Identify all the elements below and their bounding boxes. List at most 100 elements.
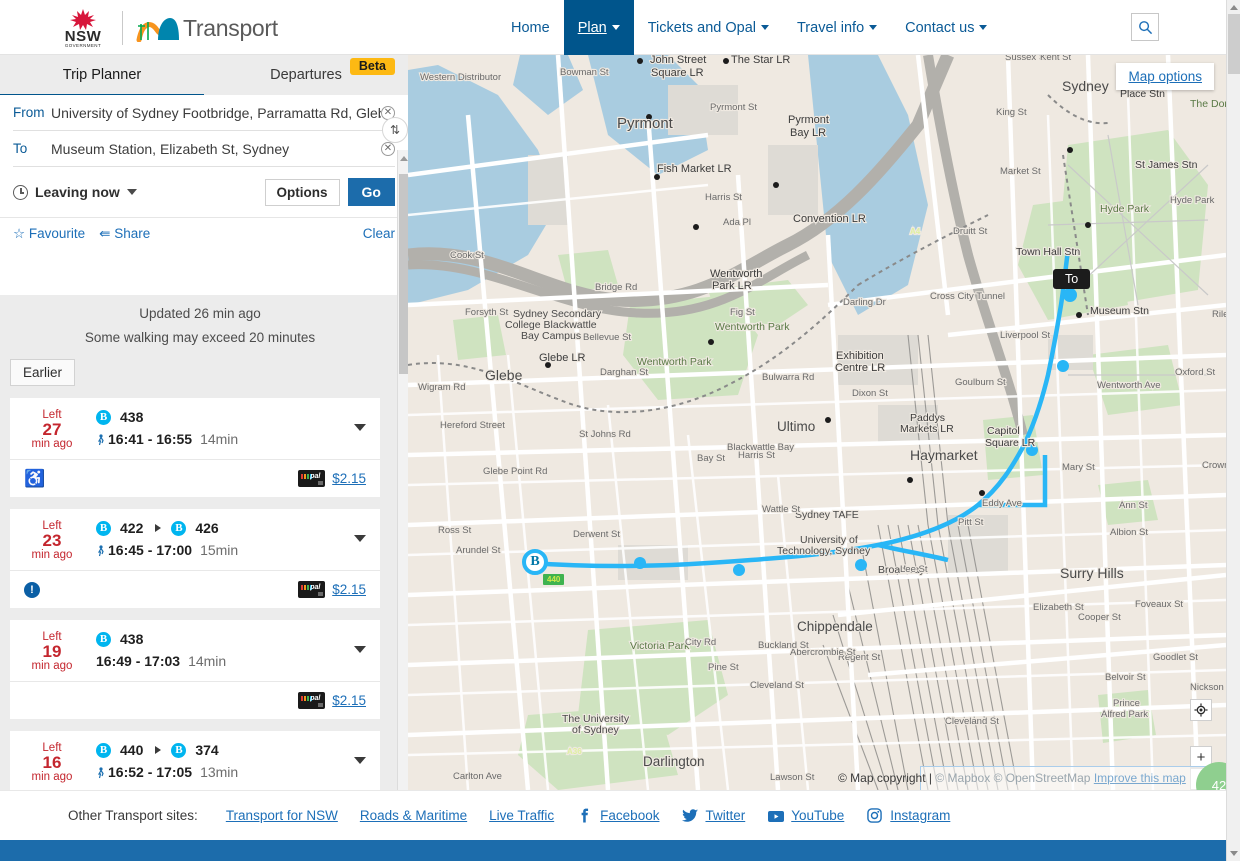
zoom-in-label: + — [1196, 748, 1206, 766]
service-alert-icon[interactable]: ! — [24, 581, 40, 598]
trip-status-unit: min ago — [31, 660, 73, 672]
page-scroll-down-icon[interactable] — [1230, 851, 1238, 856]
map-label: Ross St — [438, 525, 472, 536]
panel-scrollbar[interactable] — [397, 150, 408, 790]
fare-amount[interactable]: $2.15 — [332, 693, 366, 708]
route-number: 440 — [120, 742, 144, 758]
destination-pin-label: To — [1065, 272, 1079, 286]
map-label: Chippendale — [797, 619, 873, 634]
from-field-row[interactable]: From University of Sydney Footbridge, Pa… — [13, 95, 395, 131]
map-label: Wigram Rd — [418, 382, 466, 393]
expand-trip-icon[interactable] — [354, 757, 366, 764]
nav-label: Home — [511, 19, 550, 36]
attribution-mapbox[interactable]: © Mapbox — [935, 771, 990, 785]
page-scroll-up-icon[interactable] — [1230, 5, 1238, 10]
locate-me-button[interactable] — [1190, 699, 1212, 721]
from-input[interactable]: University of Sydney Footbridge, Parrama… — [51, 105, 381, 121]
attribution-improve-link[interactable]: Improve this map — [1094, 771, 1186, 785]
from-label: From — [13, 105, 45, 120]
map-label: Victoria Park — [630, 640, 690, 652]
leaving-time-selector[interactable]: Leaving now — [35, 184, 120, 200]
footer-link-facebook[interactable]: Facebook — [576, 807, 659, 824]
scroll-up-icon[interactable] — [400, 156, 408, 161]
swap-origin-destination-button[interactable]: ⇅ — [382, 117, 408, 143]
attribution-osm[interactable]: © OpenStreetMap — [994, 771, 1091, 785]
wheelchair-accessible-icon: ♿ — [24, 469, 46, 488]
map-label: Lee St — [900, 564, 928, 575]
bus-route-badge: 440 — [543, 574, 565, 585]
share-button[interactable]: ⇚ Share — [99, 226, 150, 242]
trip-card[interactable]: Left 19 min ago B 438 16:49 - 17:03 14min pal $2… — [10, 620, 380, 719]
go-button[interactable]: Go — [347, 178, 395, 206]
clock-icon — [13, 184, 28, 200]
tab-trip-planner[interactable]: Trip Planner — [0, 55, 204, 105]
nav-item-travel-info[interactable]: Travel info — [783, 0, 891, 55]
route-number: 438 — [120, 409, 144, 425]
tab-label: Trip Planner — [62, 67, 142, 83]
nav-item-home[interactable]: Home — [497, 0, 564, 55]
results-list[interactable]: Updated 26 min ago Some walking may exce… — [0, 295, 408, 790]
nav-item-contact-us[interactable]: Contact us — [891, 0, 1001, 55]
waratah-icon — [70, 9, 96, 30]
trip-duration: 14min — [200, 431, 239, 447]
footer-link-transport-for-nsw[interactable]: Transport for NSW — [226, 808, 338, 823]
to-field-row[interactable]: To Museum Station, Elizabeth St, Sydney … — [13, 131, 395, 167]
nav-item-plan[interactable]: Plan — [563, 0, 634, 55]
map-canvas[interactable]: Pyrmont John Street Square LR The Star LR Py… — [408, 55, 1226, 790]
fare-amount[interactable]: $2.15 — [332, 582, 366, 597]
map-label: The Star LR — [731, 55, 790, 66]
nav-item-tickets-and-opal[interactable]: Tickets and Opal — [634, 0, 783, 55]
origin-marker[interactable]: B — [522, 549, 548, 575]
destination-pin[interactable]: To — [1053, 269, 1091, 289]
footer-link-roads-and-maritime[interactable]: Roads & Maritime — [360, 808, 467, 823]
clear-button[interactable]: Clear — [363, 226, 395, 241]
footer-link-twitter[interactable]: Twitter — [681, 807, 745, 824]
chevron-down-icon — [869, 25, 878, 30]
options-button[interactable]: Options — [264, 178, 340, 206]
search-button[interactable] — [1131, 13, 1159, 41]
trip-status-value: 19 — [42, 642, 62, 661]
favourite-button[interactable]: ☆ Favourite — [13, 226, 85, 242]
map-label: Pitt St — [958, 517, 984, 528]
map-label: Glebe LR — [539, 352, 586, 364]
footer-link-instagram[interactable]: Instagram — [866, 807, 950, 824]
to-input[interactable]: Museum Station, Elizabeth St, Sydney — [51, 141, 381, 157]
youtube-icon — [767, 807, 784, 824]
origin-marker-label: B — [530, 554, 540, 569]
trip-card[interactable]: Left 27 min ago B 438 16:41 - 16:55 14min ♿ pal $… — [10, 398, 380, 497]
map-label: Wentworth Park — [715, 321, 790, 333]
fare-amount[interactable]: $2.15 — [332, 471, 366, 486]
map-label: Square LR — [651, 67, 704, 79]
logo-group[interactable]: NSW GOVERNMENT Transport — [57, 7, 278, 49]
footer-link-live-traffic[interactable]: Live Traffic — [489, 808, 554, 823]
attribution-copyright: © Map copyright — [838, 771, 926, 785]
clear-to-icon[interactable]: ✕ — [381, 141, 395, 156]
footer-link-facebook-label: Facebook — [600, 808, 660, 823]
expand-trip-icon[interactable] — [354, 424, 366, 431]
page-scrollbar[interactable] — [1226, 0, 1240, 861]
map-label: Fig St — [730, 307, 755, 318]
map-label: Pyrmont — [617, 115, 674, 132]
map-label: Prince — [1113, 698, 1140, 709]
map-options-button[interactable]: Map options — [1116, 63, 1214, 90]
trip-card[interactable]: Left 16 min ago B 440 B 374 16:52 - 17:05 13min — [10, 731, 380, 790]
trip-time-range: 16:52 - 17:05 — [108, 764, 193, 780]
map-label: John Street — [650, 55, 706, 66]
map-label: of Sydney — [572, 724, 619, 736]
map-label: Derwent St — [573, 529, 620, 540]
route-number: 422 — [120, 520, 144, 536]
search-icon — [1138, 20, 1152, 34]
tab-label: Departures — [270, 67, 342, 83]
map-label: Riley St — [1212, 309, 1226, 320]
footer-link-youtube[interactable]: YouTube — [767, 807, 844, 824]
panel-scrollbar-thumb[interactable] — [399, 174, 408, 374]
chevron-down-icon[interactable] — [126, 189, 137, 195]
page-scrollbar-thumb[interactable] — [1228, 14, 1240, 74]
expand-trip-icon[interactable] — [354, 646, 366, 653]
transport-nsw-icon — [136, 18, 179, 42]
trip-planner-panel: Trip Planner Departures Beta ⇅ From Univ… — [0, 55, 408, 790]
map-label: Cleveland St — [945, 716, 999, 727]
trip-card[interactable]: Left 23 min ago B 422 B 426 16:45 - 17:00 15min!… — [10, 509, 380, 608]
expand-trip-icon[interactable] — [354, 535, 366, 542]
earlier-button[interactable]: Earlier — [10, 359, 76, 386]
